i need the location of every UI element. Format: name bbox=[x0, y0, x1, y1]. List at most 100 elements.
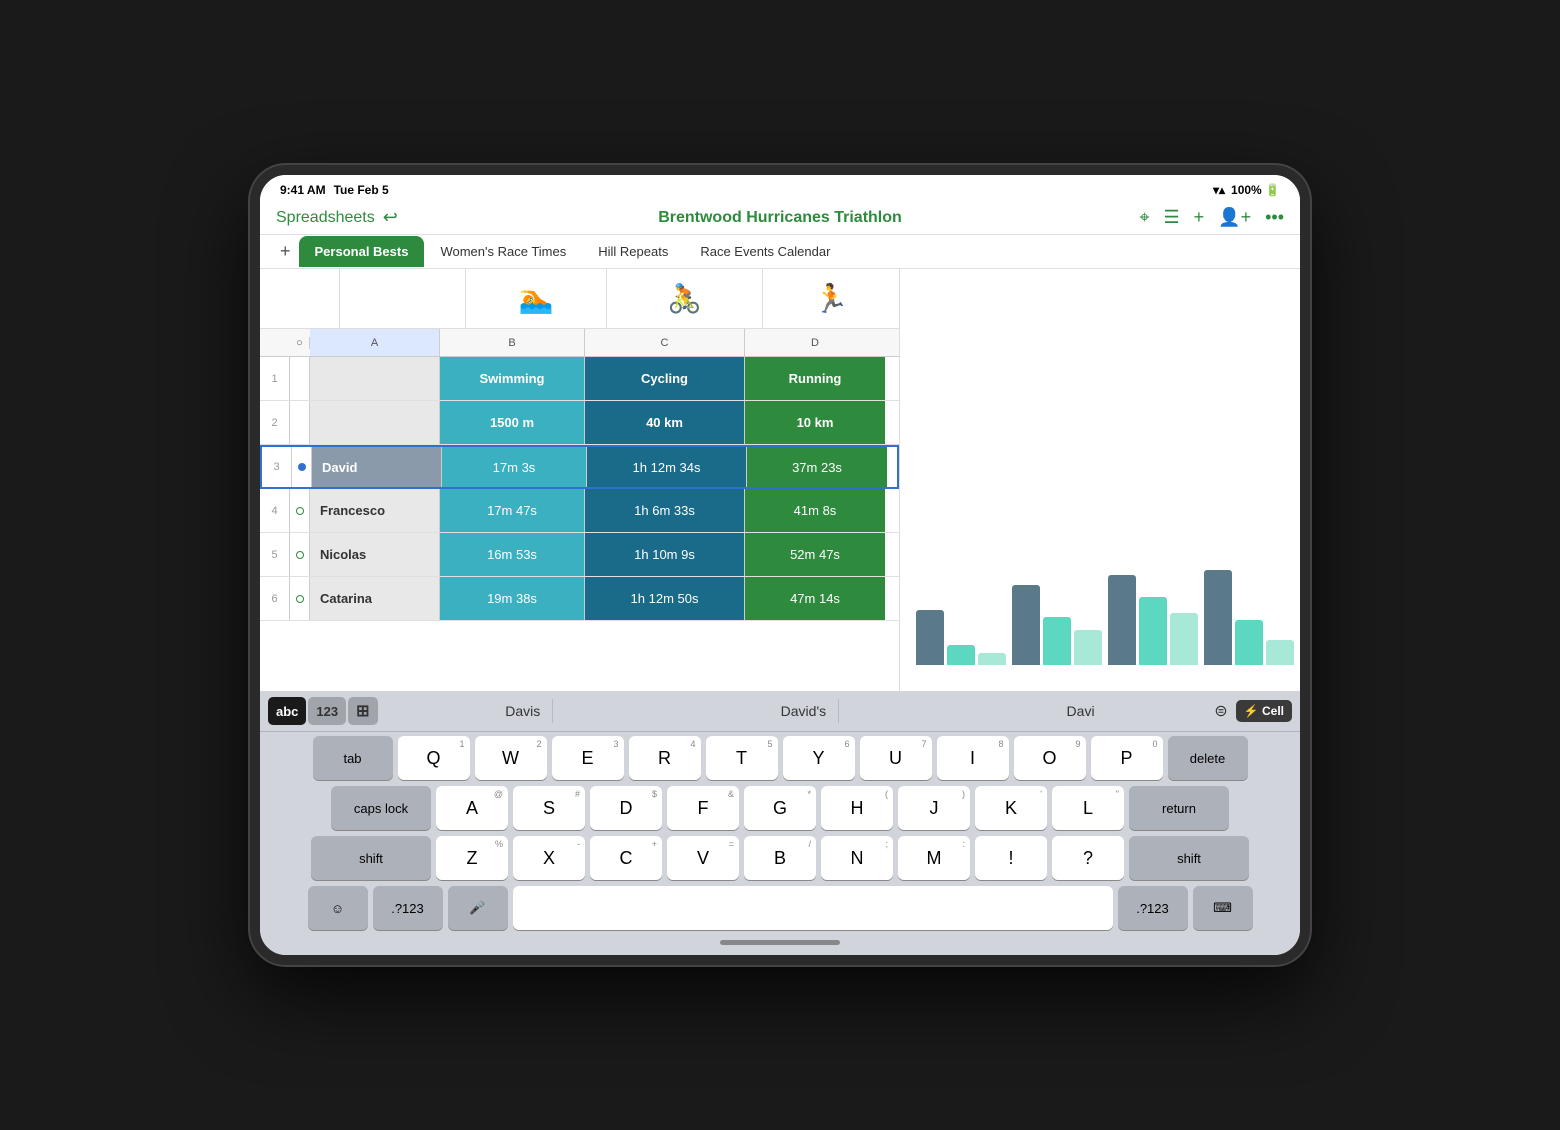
key-g[interactable]: *G bbox=[744, 786, 816, 830]
cell-david-swim[interactable]: 17m 3s bbox=[442, 447, 587, 487]
cycle-icon-cell: 🚴 bbox=[607, 269, 763, 328]
add-tab-button[interactable]: + bbox=[272, 235, 299, 268]
tab-personal-bests[interactable]: Personal Bests bbox=[299, 236, 425, 267]
cell-2-cycle[interactable]: 40 km bbox=[585, 401, 745, 444]
cell-button[interactable]: ⚡ Cell bbox=[1236, 700, 1292, 722]
header-right: ⌖ ☰ + 👤+ ••• bbox=[1104, 207, 1284, 228]
key-question[interactable]: ? bbox=[1052, 836, 1124, 880]
mode-grid-button[interactable]: ⊞ bbox=[348, 697, 377, 725]
key-space[interactable] bbox=[513, 886, 1113, 930]
key-b[interactable]: /B bbox=[744, 836, 816, 880]
key-dismiss[interactable]: ⌨ bbox=[1193, 886, 1253, 930]
add-icon[interactable]: + bbox=[1194, 207, 1205, 228]
cell-francesco-run[interactable]: 41m 8s bbox=[745, 489, 885, 532]
format-icon[interactable]: ☰ bbox=[1164, 207, 1180, 228]
suggestion-1[interactable]: Davis bbox=[493, 699, 553, 723]
mode-123-button[interactable]: 123 bbox=[308, 697, 346, 725]
key-o[interactable]: 9O bbox=[1014, 736, 1086, 780]
key-mic[interactable]: 🎤 bbox=[448, 886, 508, 930]
key-emoji[interactable]: ☺ bbox=[308, 886, 368, 930]
key-p[interactable]: 0P bbox=[1091, 736, 1163, 780]
suggestion-2[interactable]: David's bbox=[769, 699, 839, 723]
key-i[interactable]: 8I bbox=[937, 736, 1009, 780]
key-y[interactable]: 6Y bbox=[783, 736, 855, 780]
key-t[interactable]: 5T bbox=[706, 736, 778, 780]
key-n[interactable]: ;N bbox=[821, 836, 893, 880]
more-icon[interactable]: ••• bbox=[1265, 207, 1284, 228]
cell-catarina-name[interactable]: Catarina bbox=[310, 577, 440, 620]
key-e[interactable]: 3E bbox=[552, 736, 624, 780]
key-tab[interactable]: tab bbox=[313, 736, 393, 780]
cell-2-run[interactable]: 10 km bbox=[745, 401, 885, 444]
key-s[interactable]: #S bbox=[513, 786, 585, 830]
key-shift-right[interactable]: shift bbox=[1129, 836, 1249, 880]
cell-catarina-cycle[interactable]: 1h 12m 50s bbox=[585, 577, 745, 620]
col-c-header[interactable]: C bbox=[585, 329, 745, 356]
cell-catarina-swim[interactable]: 19m 38s bbox=[440, 577, 585, 620]
tabs-bar: + Personal Bests Women's Race Times Hill… bbox=[260, 235, 1300, 269]
key-delete[interactable]: delete bbox=[1168, 736, 1248, 780]
key-l[interactable]: "L bbox=[1052, 786, 1124, 830]
cell-david-run[interactable]: 37m 23s bbox=[747, 447, 887, 487]
cell-catarina-run[interactable]: 47m 14s bbox=[745, 577, 885, 620]
key-numbers-left[interactable]: .?123 bbox=[373, 886, 443, 930]
key-return[interactable]: return bbox=[1129, 786, 1229, 830]
cell-david-name[interactable]: David bbox=[312, 447, 442, 487]
tab-race-events[interactable]: Race Events Calendar bbox=[684, 236, 846, 267]
key-row-1: tab 1Q 2W 3E 4R 5T 6Y 7U 8I 9O 0P delete bbox=[264, 736, 1296, 780]
key-exclaim[interactable]: ! bbox=[975, 836, 1047, 880]
autocomplete-equals-button[interactable]: ⊜ bbox=[1214, 701, 1227, 721]
key-caps-lock[interactable]: caps lock bbox=[331, 786, 431, 830]
key-v[interactable]: =V bbox=[667, 836, 739, 880]
key-x[interactable]: -X bbox=[513, 836, 585, 880]
key-k[interactable]: 'K bbox=[975, 786, 1047, 830]
undo-button[interactable]: ↩ bbox=[383, 207, 398, 228]
key-d[interactable]: $D bbox=[590, 786, 662, 830]
cell-1-name[interactable] bbox=[310, 357, 440, 400]
key-m[interactable]: :M bbox=[898, 836, 970, 880]
cell-1-cycle[interactable]: Cycling bbox=[585, 357, 745, 400]
key-q[interactable]: 1Q bbox=[398, 736, 470, 780]
key-shift-left[interactable]: shift bbox=[311, 836, 431, 880]
key-j[interactable]: )J bbox=[898, 786, 970, 830]
bar-2-light bbox=[1074, 630, 1102, 665]
tab-hill-repeats[interactable]: Hill Repeats bbox=[582, 236, 684, 267]
tab-womens-race-times[interactable]: Women's Race Times bbox=[424, 236, 582, 267]
spreadsheets-button[interactable]: Spreadsheets bbox=[276, 209, 375, 227]
share-icon[interactable]: 👤+ bbox=[1218, 207, 1251, 228]
col-b-header[interactable]: B bbox=[440, 329, 585, 356]
key-r[interactable]: 4R bbox=[629, 736, 701, 780]
key-u[interactable]: 7U bbox=[860, 736, 932, 780]
bar-group-3 bbox=[1108, 575, 1198, 665]
suggestion-3[interactable]: Davi bbox=[1055, 699, 1107, 723]
col-a-header[interactable]: A bbox=[310, 329, 440, 356]
cell-francesco-cycle[interactable]: 1h 6m 33s bbox=[585, 489, 745, 532]
col-d-header[interactable]: D bbox=[745, 329, 885, 356]
icons-row: 🏊 🚴 🏃 bbox=[260, 269, 899, 329]
cell-1-swim[interactable]: Swimming bbox=[440, 357, 585, 400]
row-num-5: 5 bbox=[260, 533, 290, 576]
mode-abc-button[interactable]: abc bbox=[268, 697, 306, 725]
key-w[interactable]: 2W bbox=[475, 736, 547, 780]
row-circle-6 bbox=[290, 577, 310, 620]
cell-2-swim[interactable]: 1500 m bbox=[440, 401, 585, 444]
key-a[interactable]: @A bbox=[436, 786, 508, 830]
key-f[interactable]: &F bbox=[667, 786, 739, 830]
cell-francesco-name[interactable]: Francesco bbox=[310, 489, 440, 532]
cell-2-name[interactable] bbox=[310, 401, 440, 444]
key-c[interactable]: +C bbox=[590, 836, 662, 880]
cell-david-cycle[interactable]: 1h 12m 34s bbox=[587, 447, 747, 487]
table-row-francesco: 4 Francesco 17m 47s 1h 6m 33s 41m 8s bbox=[260, 489, 899, 533]
cell-nicolas-run[interactable]: 52m 47s bbox=[745, 533, 885, 576]
cell-nicolas-name[interactable]: Nicolas bbox=[310, 533, 440, 576]
shape-icon[interactable]: ⌖ bbox=[1139, 207, 1149, 228]
bar-1-light bbox=[978, 653, 1006, 665]
key-h[interactable]: (H bbox=[821, 786, 893, 830]
cell-1-run[interactable]: Running bbox=[745, 357, 885, 400]
cell-francesco-swim[interactable]: 17m 47s bbox=[440, 489, 585, 532]
cell-nicolas-swim[interactable]: 16m 53s bbox=[440, 533, 585, 576]
col-headers: ○ A B C D bbox=[260, 329, 899, 357]
key-numbers-right[interactable]: .?123 bbox=[1118, 886, 1188, 930]
key-z[interactable]: %Z bbox=[436, 836, 508, 880]
cell-nicolas-cycle[interactable]: 1h 10m 9s bbox=[585, 533, 745, 576]
